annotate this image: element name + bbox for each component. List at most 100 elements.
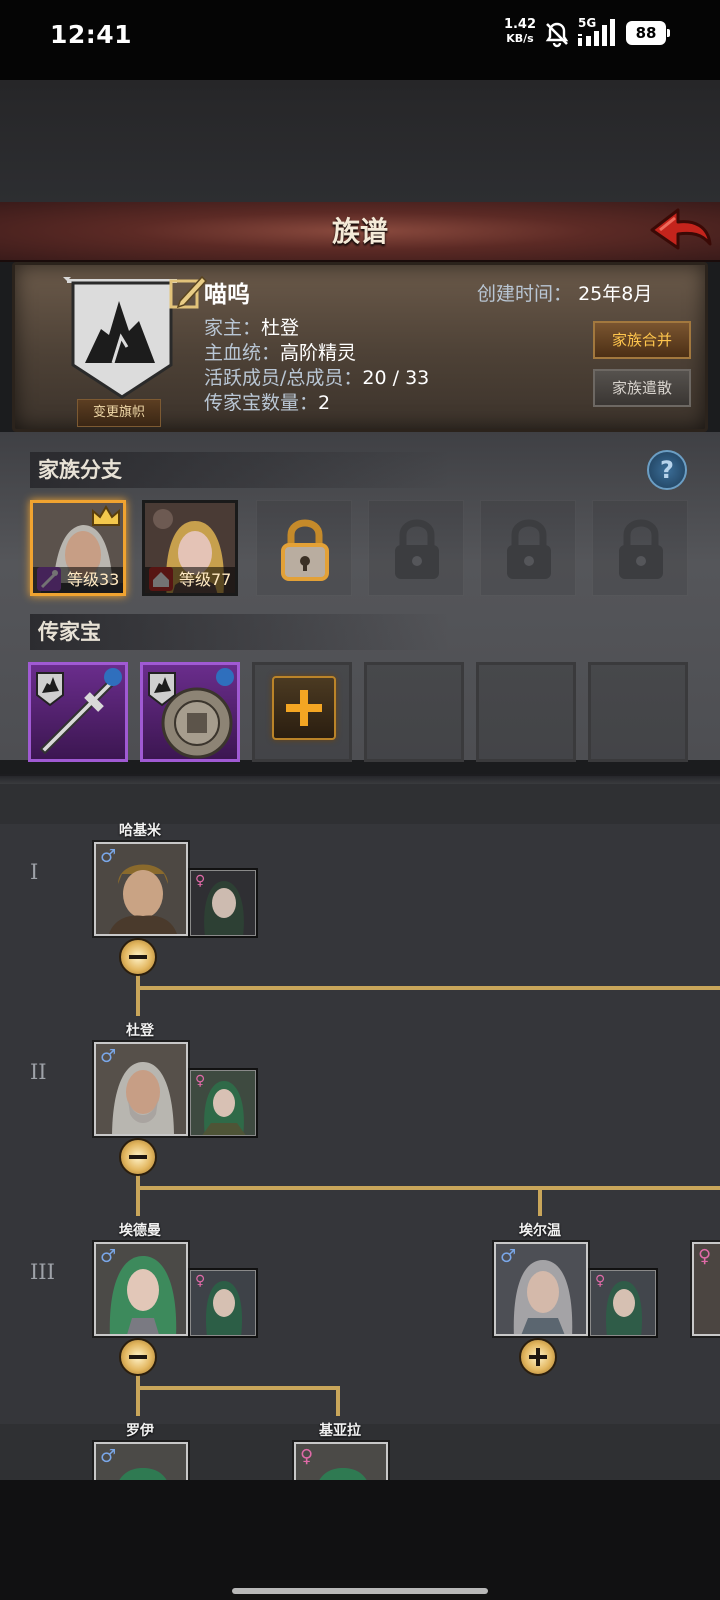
generation-label-2: II bbox=[30, 1060, 47, 1084]
collapse-button[interactable] bbox=[119, 1338, 157, 1376]
tree-connector bbox=[136, 986, 720, 990]
tree-connector bbox=[136, 1386, 340, 1390]
member-hakimi[interactable]: ♂ bbox=[94, 842, 188, 936]
network-speed: 1.42 KB/s bbox=[503, 18, 537, 46]
female-icon: ♀ bbox=[698, 1246, 712, 1267]
status-bar: 12:41 1.42 KB/s 5G 88 bbox=[0, 0, 720, 80]
expand-button[interactable] bbox=[519, 1338, 557, 1376]
tree-connector bbox=[538, 1186, 542, 1216]
branch-slot-3-unlockable[interactable] bbox=[256, 500, 352, 596]
branch-level-1: 等级33 bbox=[33, 567, 123, 593]
tree-connector bbox=[136, 1186, 720, 1190]
member-name-jiyala: 基亚拉 bbox=[319, 1423, 361, 1439]
merge-family-button[interactable]: 家族合并 bbox=[593, 321, 691, 359]
branch-slot-5-locked bbox=[480, 500, 576, 596]
battery-indicator: 88 bbox=[626, 21, 670, 45]
female-icon: ♀ bbox=[195, 1073, 206, 1089]
branch-slot-1[interactable]: 等级33 bbox=[30, 500, 126, 596]
bloodline-label: 主血统： bbox=[204, 342, 281, 364]
collapse-button[interactable] bbox=[119, 1138, 157, 1176]
members-info: 活跃成员/总成员：20 / 33 bbox=[204, 363, 429, 390]
branch-slot-2[interactable]: 等级77 bbox=[142, 500, 238, 596]
gold-lock-icon bbox=[281, 519, 329, 581]
spouse-erwen[interactable]: ♀ bbox=[590, 1270, 656, 1336]
sword-heirloom-icon bbox=[36, 668, 122, 755]
spouse-hakimi[interactable]: ♀ bbox=[190, 870, 256, 936]
patriarch-value: 杜登 bbox=[261, 317, 300, 339]
heirloom-count-info: 传家宝数量：2 bbox=[204, 388, 330, 415]
status-time: 12:41 bbox=[50, 20, 133, 49]
male-icon: ♂ bbox=[500, 1246, 517, 1267]
title-bar: 族谱 bbox=[0, 202, 720, 262]
spouse-duden[interactable]: ♀ bbox=[190, 1070, 256, 1136]
change-banner-button[interactable]: 变更旗帜 bbox=[77, 399, 161, 427]
network-speed-unit: KB/s bbox=[506, 32, 534, 45]
heirloom-slot-4 bbox=[364, 662, 464, 762]
home-indicator[interactable] bbox=[232, 1588, 488, 1594]
help-button[interactable]: ? bbox=[647, 450, 687, 490]
member-partial-right[interactable]: ♀ bbox=[692, 1242, 720, 1336]
family-info-panel: 变更旗帜 喵呜 创建时间： 25年8月 家主：杜登 主血统：高阶精灵 活跃成员/… bbox=[12, 262, 708, 432]
generation-label-3: III bbox=[30, 1260, 55, 1284]
spouse-edeman[interactable]: ♀ bbox=[190, 1270, 256, 1336]
tree-connector bbox=[136, 1186, 140, 1216]
female-icon: ♀ bbox=[300, 1446, 314, 1467]
back-arrow-icon[interactable] bbox=[648, 204, 714, 260]
branch-slot-6-locked bbox=[592, 500, 688, 596]
member-luoyi[interactable]: ♂ bbox=[94, 1442, 188, 1480]
heirloom-slot-5 bbox=[476, 662, 576, 762]
member-duden[interactable]: ♂ bbox=[94, 1042, 188, 1136]
collapse-button[interactable] bbox=[119, 938, 157, 976]
plus-icon bbox=[286, 690, 322, 726]
member-name-hakimi: 哈基米 bbox=[119, 823, 161, 839]
add-heirloom-button[interactable] bbox=[272, 676, 336, 740]
female-icon: ♀ bbox=[595, 1273, 606, 1289]
shield-heirloom-icon bbox=[148, 668, 234, 759]
tree-connector bbox=[336, 1386, 340, 1416]
branches-section-title: 家族分支 bbox=[30, 452, 450, 488]
patriarch-info: 家主：杜登 bbox=[204, 313, 299, 340]
disband-family-button[interactable]: 家族遣散 bbox=[593, 369, 691, 407]
mute-icon bbox=[545, 22, 569, 48]
created-time: 创建时间： 25年8月 bbox=[477, 279, 652, 306]
member-name-erwen: 埃尔温 bbox=[519, 1223, 561, 1239]
members-label: 活跃成员/总成员： bbox=[204, 367, 363, 389]
female-icon: ♀ bbox=[195, 1273, 206, 1289]
created-value: 25年8月 bbox=[578, 283, 653, 305]
top-backdrop bbox=[0, 80, 720, 202]
bloodline-info: 主血统：高阶精灵 bbox=[204, 338, 356, 365]
heirloom-count-label: 传家宝数量： bbox=[204, 392, 319, 414]
section-divider bbox=[0, 774, 720, 784]
family-name: 喵呜 bbox=[204, 282, 250, 308]
male-icon: ♂ bbox=[100, 1046, 117, 1067]
member-name-edeman: 埃德曼 bbox=[119, 1223, 161, 1239]
signal-icon bbox=[578, 19, 615, 46]
member-edeman[interactable]: ♂ bbox=[94, 1242, 188, 1336]
generation-label-1: I bbox=[30, 860, 39, 884]
heirloom-count-value: 2 bbox=[318, 392, 331, 414]
heirloom-slot-6 bbox=[588, 662, 688, 762]
heirloom-slot-1[interactable] bbox=[28, 662, 128, 762]
family-tree[interactable]: I II III 哈基米 ♂ ♀ 杜登 ♂ ♀ 埃德曼 ♂ ♀ 埃尔温 ♂ ♀ … bbox=[0, 784, 720, 1480]
patriarch-label: 家主： bbox=[204, 317, 262, 339]
member-jiyala[interactable]: ♀ bbox=[294, 1442, 388, 1480]
family-banner[interactable] bbox=[63, 273, 181, 403]
member-name-luoyi: 罗伊 bbox=[126, 1423, 154, 1439]
female-icon: ♀ bbox=[195, 873, 206, 889]
male-icon: ♂ bbox=[100, 846, 117, 867]
edit-name-icon[interactable] bbox=[168, 273, 208, 311]
branch-level-2: 等级77 bbox=[145, 567, 235, 593]
bottom-backdrop bbox=[0, 1480, 720, 1600]
member-name-duden: 杜登 bbox=[126, 1023, 154, 1039]
male-icon: ♂ bbox=[100, 1246, 117, 1267]
member-erwen[interactable]: ♂ bbox=[494, 1242, 588, 1336]
lock-icon bbox=[507, 519, 551, 579]
lock-icon bbox=[395, 519, 439, 579]
tree-connector bbox=[136, 986, 140, 1016]
crown-icon bbox=[92, 505, 120, 526]
page-title: 族谱 bbox=[331, 215, 388, 248]
created-label: 创建时间： bbox=[477, 283, 573, 305]
lock-icon bbox=[619, 519, 663, 579]
heirloom-slot-2[interactable] bbox=[140, 662, 240, 762]
screen: { "status_bar": { "time": "12:41", "net_… bbox=[0, 0, 720, 1600]
